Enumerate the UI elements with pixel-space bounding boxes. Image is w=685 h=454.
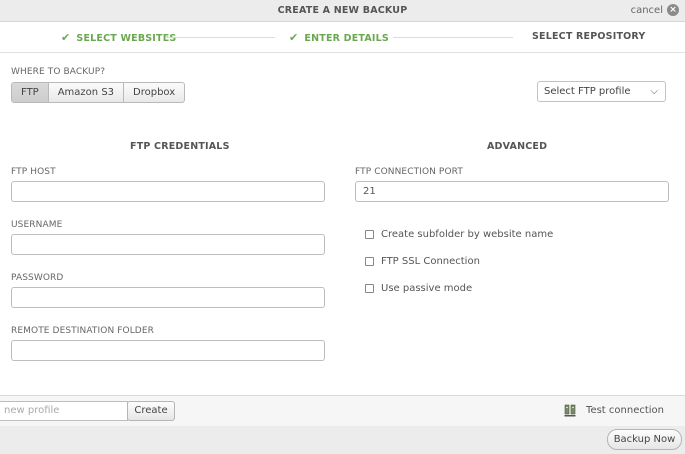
server-icon [564,404,576,417]
step-label: ENTER DETAILS [304,33,389,44]
ftp-port-input[interactable]: 21 [355,181,669,202]
step-select-websites: ✔ SELECT WEBSITES [61,31,176,44]
dialog-titlebar: CREATE A NEW BACKUP cancel × [0,0,685,22]
cancel-label: cancel [630,4,663,16]
step-connector [393,37,513,38]
step-label: SELECT REPOSITORY [532,31,646,42]
test-connection-label: Test connection [586,405,664,416]
dialog-title: CREATE A NEW BACKUP [277,5,408,16]
step-select-repository: SELECT REPOSITORY [532,31,646,42]
repository-option-dropbox[interactable]: Dropbox [123,83,184,102]
create-profile-button[interactable]: Create [127,401,175,421]
ftp-port-label: FTP CONNECTION PORT [355,167,463,177]
dialog-footer: Backup Now [0,426,685,454]
option-passive-mode[interactable]: Use passive mode [365,283,472,294]
username-input[interactable] [11,234,325,255]
option-create-subfolder[interactable]: Create subfolder by website name [365,229,553,240]
password-input[interactable] [11,287,325,308]
backup-now-button[interactable]: Backup Now [607,429,682,450]
create-subfolder-checkbox[interactable] [365,230,374,239]
chevron-down-icon: ⌵ [650,86,658,97]
test-connection-button[interactable]: Test connection [564,404,664,417]
close-icon[interactable]: × [667,4,679,16]
step-enter-details: ✔ ENTER DETAILS [289,31,389,44]
option-label: FTP SSL Connection [381,256,480,267]
ftp-host-input[interactable] [11,181,325,202]
option-ftp-ssl[interactable]: FTP SSL Connection [365,256,480,267]
checkmark-icon: ✔ [289,31,299,44]
repository-option-ftp[interactable]: FTP [12,83,48,102]
advanced-title: ADVANCED [487,141,548,152]
remote-folder-input[interactable] [11,340,325,361]
ftp-credentials-title: FTP CREDENTIALS [130,141,230,152]
ftp-profile-select-value: Select FTP profile [544,86,631,97]
step-label: SELECT WEBSITES [76,33,177,44]
repository-option-amazon-s3[interactable]: Amazon S3 [47,83,123,102]
where-to-backup-label: WHERE TO BACKUP? [11,67,106,77]
passive-mode-checkbox[interactable] [365,284,374,293]
cancel-button[interactable]: cancel × [631,4,679,16]
step-connector [165,37,275,38]
profile-bar: new profile Create Test connection [0,395,685,427]
ftp-host-label: FTP HOST [11,167,56,177]
ftp-ssl-checkbox[interactable] [365,257,374,266]
remote-folder-label: REMOTE DESTINATION FOLDER [11,326,154,336]
password-label: PASSWORD [11,273,64,283]
ftp-profile-select[interactable]: Select FTP profile ⌵ [537,81,666,102]
new-profile-input[interactable]: new profile [0,401,128,421]
option-label: Create subfolder by website name [381,229,554,240]
username-label: USERNAME [11,220,63,230]
checkmark-icon: ✔ [61,31,71,44]
repository-type-selector: FTP Amazon S3 Dropbox [11,82,186,103]
option-label: Use passive mode [381,283,473,294]
